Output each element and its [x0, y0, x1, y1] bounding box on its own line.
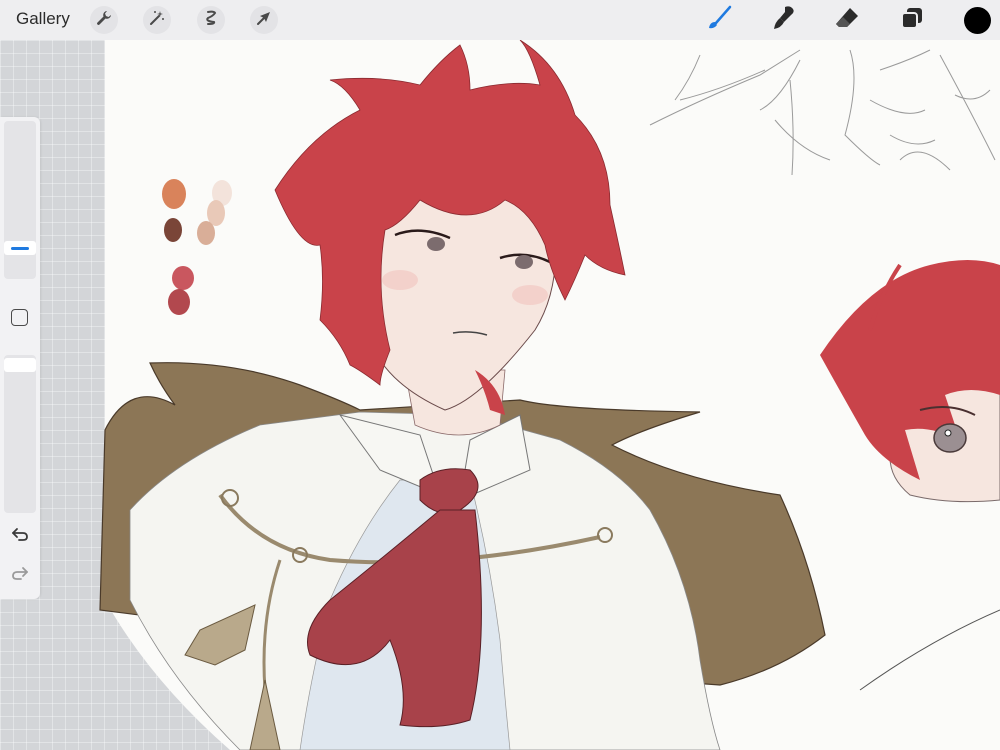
undo-button[interactable] [8, 525, 32, 547]
layers-icon [899, 5, 925, 36]
arrow-cursor-icon [256, 10, 272, 31]
actions-button[interactable] [90, 6, 118, 34]
opacity-thumb[interactable] [4, 358, 36, 372]
magic-wand-icon [149, 10, 165, 31]
redo-icon [11, 565, 29, 586]
opacity-slider[interactable] [4, 355, 36, 513]
smudge-icon [769, 4, 797, 37]
left-sidebar [0, 117, 40, 599]
brush-icon [705, 4, 733, 37]
drawing-canvas[interactable] [0, 40, 1000, 750]
undo-icon [11, 526, 29, 547]
eraser-icon [833, 4, 861, 37]
brush-size-thumb[interactable] [4, 241, 36, 255]
smudge-tool-button[interactable] [768, 5, 798, 35]
layers-button[interactable] [897, 5, 927, 35]
selection-button[interactable] [197, 6, 225, 34]
brush-size-slider[interactable] [4, 121, 36, 279]
top-toolbar: Gallery [0, 0, 1000, 40]
transform-button[interactable] [250, 6, 278, 34]
wrench-icon [96, 10, 112, 31]
modify-button[interactable] [11, 309, 28, 326]
redo-button[interactable] [8, 564, 32, 586]
artwork[interactable] [0, 40, 1000, 750]
selection-icon [203, 10, 219, 31]
erase-tool-button[interactable] [832, 5, 862, 35]
gallery-button[interactable]: Gallery [16, 9, 70, 29]
adjustments-button[interactable] [143, 6, 171, 34]
paint-tool-button[interactable] [704, 5, 734, 35]
brush-size-indicator [11, 246, 29, 250]
color-picker-button[interactable] [964, 7, 991, 34]
